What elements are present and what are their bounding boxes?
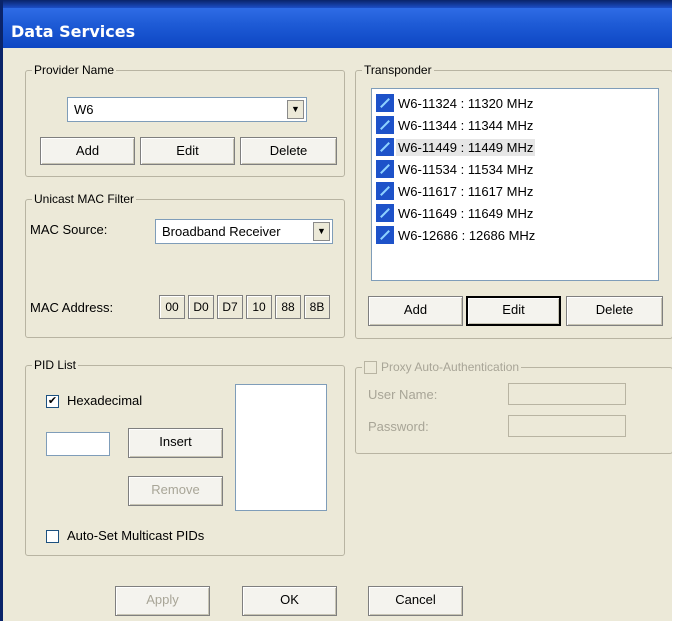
mac-octet-1: 00 (159, 295, 185, 319)
transponder-item[interactable]: W6-11649 : 11649 MHz (376, 204, 535, 224)
satellite-icon (376, 116, 394, 134)
window-title: Data Services (11, 22, 136, 41)
pid-listbox[interactable] (235, 384, 327, 511)
proxy-auth-group: Proxy Auto-Authentication (355, 360, 673, 454)
proxy-auth-legend: Proxy Auto-Authentication (362, 360, 521, 375)
user-name-input[interactable] (508, 383, 626, 405)
user-name-label: User Name: (368, 387, 438, 402)
ok-button[interactable]: OK (242, 586, 337, 616)
hexadecimal-checkbox[interactable]: ✔ (46, 395, 59, 408)
transponder-item-label: W6-11324 : 11320 MHz (398, 95, 534, 111)
satellite-icon (376, 182, 394, 200)
transponder-delete-button[interactable]: Delete (566, 296, 663, 326)
provider-add-button[interactable]: Add (40, 137, 135, 165)
transponder-edit-button[interactable]: Edit (466, 296, 561, 326)
mac-address-label: MAC Address: (30, 300, 114, 315)
chevron-down-icon[interactable]: ▼ (313, 222, 330, 241)
transponder-item-label: W6-12686 : 12686 MHz (398, 227, 536, 243)
unicast-mac-filter-legend: Unicast MAC Filter (34, 192, 135, 206)
provider-select[interactable]: W6 ▼ (67, 97, 307, 122)
provider-edit-button[interactable]: Edit (140, 137, 235, 165)
mac-source-select[interactable]: Broadband Receiver ▼ (155, 219, 333, 244)
mac-source-label: MAC Source: (30, 222, 108, 237)
insert-button[interactable]: Insert (128, 428, 223, 458)
auto-set-multicast-checkbox[interactable] (46, 530, 59, 543)
transponder-item[interactable]: W6-11534 : 11534 MHz (376, 160, 535, 180)
mac-octet-2: D0 (188, 295, 214, 319)
transponder-item-label: W6-11449 : 11449 MHz (396, 138, 536, 156)
data-services-dialog: Data Services Provider Name W6 ▼ Add Edi… (0, 0, 675, 621)
transponder-item[interactable]: W6-12686 : 12686 MHz (376, 226, 537, 246)
transponder-item[interactable]: W6-11344 : 11344 MHz (376, 116, 535, 136)
title-bar[interactable]: Data Services (3, 8, 675, 48)
apply-button[interactable]: Apply (115, 586, 210, 616)
transponder-item[interactable]: W6-11617 : 11617 MHz (376, 182, 535, 202)
remove-button[interactable]: Remove (128, 476, 223, 506)
transponder-item-label: W6-11344 : 11344 MHz (398, 117, 534, 133)
transponder-legend: Transponder (364, 63, 432, 77)
transponder-item[interactable]: W6-11324 : 11320 MHz (376, 94, 535, 114)
satellite-icon (376, 94, 394, 112)
password-input[interactable] (508, 415, 626, 437)
transponder-item-selected[interactable]: W6-11449 : 11449 MHz (376, 138, 536, 158)
hexadecimal-label: Hexadecimal (67, 393, 143, 408)
provider-delete-button[interactable]: Delete (240, 137, 337, 165)
proxy-auth-label: Proxy Auto-Authentication (381, 360, 520, 374)
provider-select-value: W6 (74, 102, 94, 117)
satellite-icon (376, 138, 394, 156)
transponder-item-label: W6-11649 : 11649 MHz (398, 205, 534, 221)
provider-name-legend: Provider Name (34, 63, 115, 77)
transponder-item-label: W6-11534 : 11534 MHz (398, 161, 534, 177)
proxy-auth-checkbox[interactable] (364, 361, 377, 375)
pid-list-legend: PID List (34, 358, 77, 372)
chevron-down-icon[interactable]: ▼ (287, 100, 304, 119)
title-bar-top-strip (3, 0, 675, 8)
transponder-item-label: W6-11617 : 11617 MHz (398, 183, 534, 199)
transponder-add-button[interactable]: Add (368, 296, 463, 326)
cancel-button[interactable]: Cancel (368, 586, 463, 616)
pid-input[interactable] (46, 432, 110, 456)
password-label: Password: (368, 419, 429, 434)
satellite-icon (376, 160, 394, 178)
satellite-icon (376, 204, 394, 222)
mac-octet-3: D7 (217, 295, 243, 319)
mac-source-value: Broadband Receiver (162, 224, 281, 239)
transponder-listbox[interactable]: W6-11324 : 11320 MHz W6-11344 : 11344 MH… (371, 88, 659, 281)
background-edge (672, 0, 677, 621)
mac-octet-5: 88 (275, 295, 301, 319)
mac-octet-6: 8B (304, 295, 330, 319)
checkmark-icon: ✔ (47, 395, 58, 407)
satellite-icon (376, 226, 394, 244)
mac-octet-4: 10 (246, 295, 272, 319)
auto-set-multicast-label: Auto-Set Multicast PIDs (67, 528, 205, 543)
